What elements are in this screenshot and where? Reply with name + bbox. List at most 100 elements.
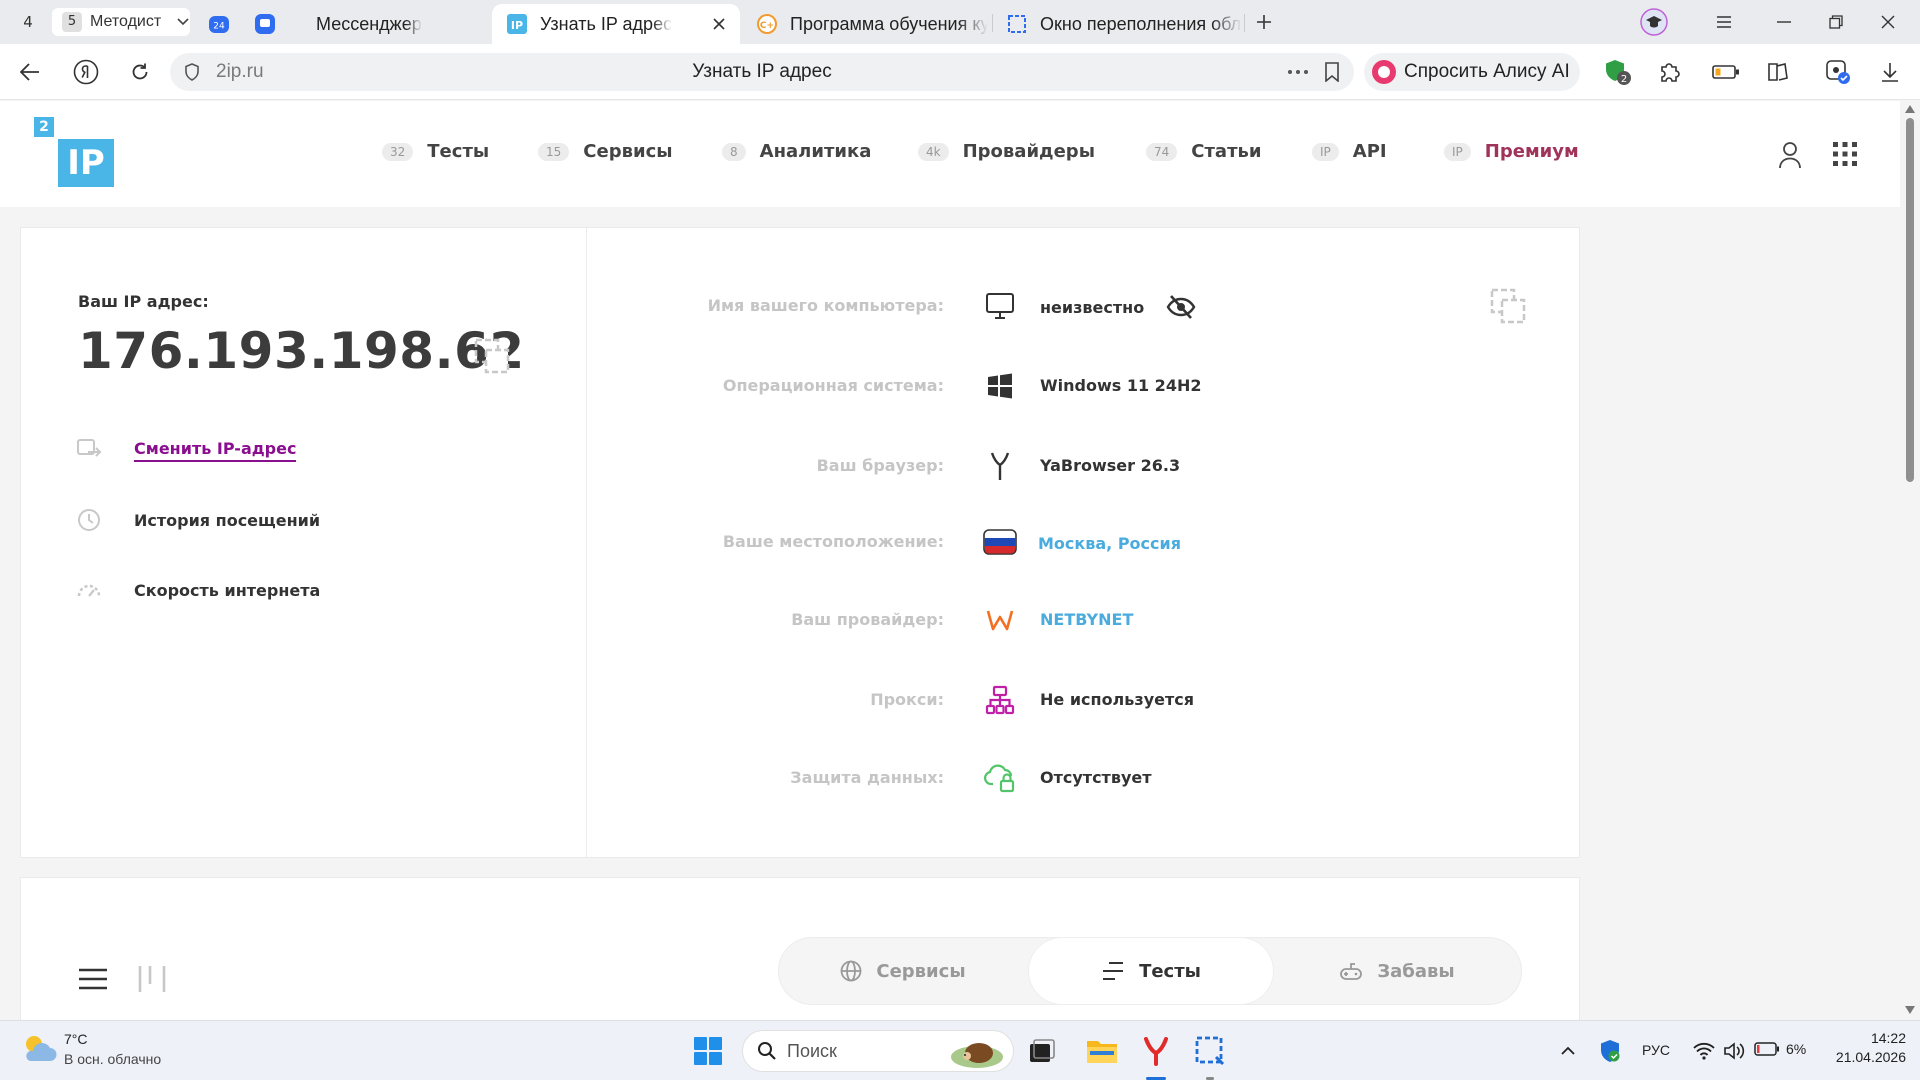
segment-label: Забавы — [1377, 960, 1455, 982]
tab-program[interactable]: C+ Программа обучения кур — [752, 6, 988, 42]
tab-messenger[interactable]: Мессенджер — [306, 6, 486, 42]
visit-history-action[interactable]: История посещений — [76, 508, 320, 532]
russia-flag-icon — [982, 524, 1018, 560]
bookmark-icon[interactable] — [1324, 62, 1340, 82]
yandex-browser-taskbar-button[interactable] — [1134, 1029, 1178, 1073]
clock[interactable]: 14:22 21.04.2026 — [1826, 1030, 1906, 1065]
address-bar[interactable]: 2ip.ru Узнать IP адрес — [170, 53, 1354, 91]
security-tray-button[interactable] — [1588, 1029, 1632, 1073]
back-button[interactable] — [14, 56, 46, 88]
course-favicon-icon: C+ — [756, 13, 778, 35]
apps-grid-button[interactable] — [1832, 141, 1858, 167]
tab-group-collapsed[interactable]: 4 — [14, 8, 42, 36]
ask-alice-button[interactable]: Спросить Алису AI — [1364, 53, 1580, 91]
puzzle-icon — [1661, 63, 1680, 82]
segment-tests[interactable]: Тесты — [1029, 938, 1273, 1004]
menu-tests[interactable]: 32 Тесты — [382, 141, 489, 162]
menu-api[interactable]: IP API — [1312, 141, 1387, 162]
weather-temp: 7°C — [64, 1031, 88, 1047]
site-logo[interactable]: 2 IP — [34, 117, 114, 187]
segment-services[interactable]: Сервисы — [781, 938, 1025, 1004]
tab-active-2ip[interactable]: IP Узнать IP адрес — [492, 4, 740, 44]
speedometer-icon — [77, 584, 101, 597]
ip-address[interactable]: 176.193.198.62 — [78, 322, 525, 380]
internet-speed-link[interactable]: Скорость интернета — [134, 581, 320, 600]
internet-speed-action[interactable]: Скорость интернета — [76, 578, 320, 602]
copy-ip-button[interactable] — [474, 338, 510, 374]
menu-articles[interactable]: 74 Статьи — [1146, 141, 1262, 162]
segment-fun[interactable]: Забавы — [1275, 938, 1519, 1004]
snipping-tool-button[interactable] — [1188, 1029, 1232, 1073]
columns-icon — [138, 966, 166, 992]
location-label: Ваше местоположение: — [722, 532, 944, 551]
browser-menu-button[interactable] — [1706, 8, 1742, 36]
scroll-up-icon[interactable] — [1904, 104, 1916, 114]
close-icon[interactable] — [712, 17, 726, 31]
menu-analytics[interactable]: 8 Аналитика — [722, 141, 871, 162]
visit-history-link[interactable]: История посещений — [134, 511, 320, 530]
scroll-down-icon[interactable] — [1904, 1005, 1916, 1015]
minimize-icon — [1777, 21, 1791, 23]
downloads-button[interactable] — [1874, 56, 1906, 88]
restore-button[interactable] — [1818, 8, 1854, 36]
tab-strip: 4 5 Методист 24 Мессенджер IP Узнать IP … — [0, 0, 1920, 44]
speaker-icon — [1724, 1042, 1745, 1060]
input-language-indicator[interactable]: РУС — [1642, 1042, 1670, 1058]
alice-icon — [1372, 60, 1396, 84]
menu-label: API — [1352, 141, 1387, 162]
volume-tray-button[interactable] — [1712, 1029, 1756, 1073]
menu-providers[interactable]: 4k Провайдеры — [918, 141, 1095, 162]
toggle-visibility-button[interactable] — [1166, 294, 1196, 320]
menu-badge: 32 — [382, 142, 414, 161]
list-view-button[interactable] — [78, 968, 108, 990]
task-view-button[interactable] — [1020, 1029, 1064, 1073]
file-explorer-button[interactable] — [1080, 1029, 1124, 1073]
menu-premium[interactable]: IP Премиум — [1444, 141, 1579, 162]
screenshot-tool-icon — [1195, 1036, 1225, 1066]
tab-overflow[interactable]: Окно переполнения обла — [1002, 6, 1242, 42]
start-button[interactable] — [686, 1029, 730, 1073]
scrollbar-thumb[interactable] — [1906, 118, 1914, 482]
close-window-button[interactable] — [1870, 8, 1906, 36]
tab-pinned-calendar[interactable]: 24 — [208, 6, 232, 42]
reload-button[interactable] — [124, 56, 156, 88]
tab-separator — [992, 14, 993, 32]
monitor-icon — [982, 288, 1018, 324]
extensions-button[interactable] — [1654, 56, 1686, 88]
menu-badge: IP — [1312, 142, 1339, 161]
minimize-button[interactable] — [1766, 8, 1802, 36]
calendar-icon: 24 — [209, 16, 229, 33]
more-dots-icon[interactable] — [1288, 70, 1308, 74]
site-header: 2 IP 32 Тесты 15 Сервисы 8 Аналитика 4k Пров… — [0, 101, 1900, 207]
menu-services[interactable]: 15 Сервисы — [538, 141, 673, 162]
tab-group-metodist[interactable]: 5 Методист — [52, 8, 190, 36]
close-icon — [1881, 15, 1895, 29]
globe-icon — [840, 960, 862, 982]
restore-icon — [1829, 15, 1843, 29]
profile-sync-button[interactable] — [1822, 56, 1854, 88]
history-icon — [78, 509, 100, 531]
new-tab-button[interactable] — [1246, 8, 1282, 36]
profile-button[interactable] — [1636, 8, 1672, 36]
protection-value: Отсутствует — [1040, 768, 1152, 787]
menu-label: Тесты — [427, 141, 490, 162]
copy-details-button[interactable] — [1490, 288, 1526, 324]
provider-value[interactable]: NETBYNET — [1040, 610, 1133, 629]
collections-button[interactable] — [1762, 56, 1794, 88]
svg-text:24: 24 — [213, 22, 225, 32]
tab-pinned-messenger[interactable] — [254, 6, 278, 42]
location-value[interactable]: Москва, Россия — [1038, 534, 1181, 553]
battery-saver-button[interactable] — [1710, 56, 1742, 88]
change-ip-action[interactable]: Сменить IP-адрес — [76, 438, 297, 462]
extension-protect-button[interactable]: 2 — [1602, 56, 1634, 88]
yandex-home-button[interactable] — [70, 56, 102, 88]
taskbar-search[interactable]: Поиск — [742, 1030, 1014, 1072]
os-label: Операционная система: — [722, 376, 944, 395]
column-view-button[interactable] — [136, 964, 168, 994]
collections-icon — [1768, 63, 1788, 81]
tab-title: Узнать IP адрес — [540, 13, 673, 34]
show-hidden-icons-button[interactable] — [1546, 1029, 1590, 1073]
change-ip-link[interactable]: Сменить IP-адрес — [134, 439, 297, 462]
battery-tray-button[interactable]: 6% — [1754, 1041, 1806, 1057]
account-button[interactable] — [1778, 141, 1802, 169]
